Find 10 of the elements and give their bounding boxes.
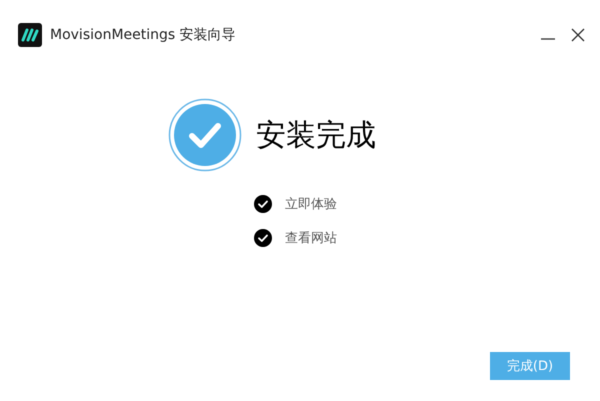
success-check-icon [168,98,242,172]
option-label: 查看网站 [285,230,337,247]
close-icon[interactable] [570,27,586,43]
app-logo-icon [18,23,42,47]
checkbox[interactable] [254,229,272,247]
checkbox[interactable] [254,195,272,213]
finish-button[interactable]: 完成(D) [490,352,570,380]
completion-heading: 安装完成 [256,116,376,154]
window-title: MovisionMeetings 安装向导 [50,26,236,44]
option-label: 立即体验 [285,196,337,213]
